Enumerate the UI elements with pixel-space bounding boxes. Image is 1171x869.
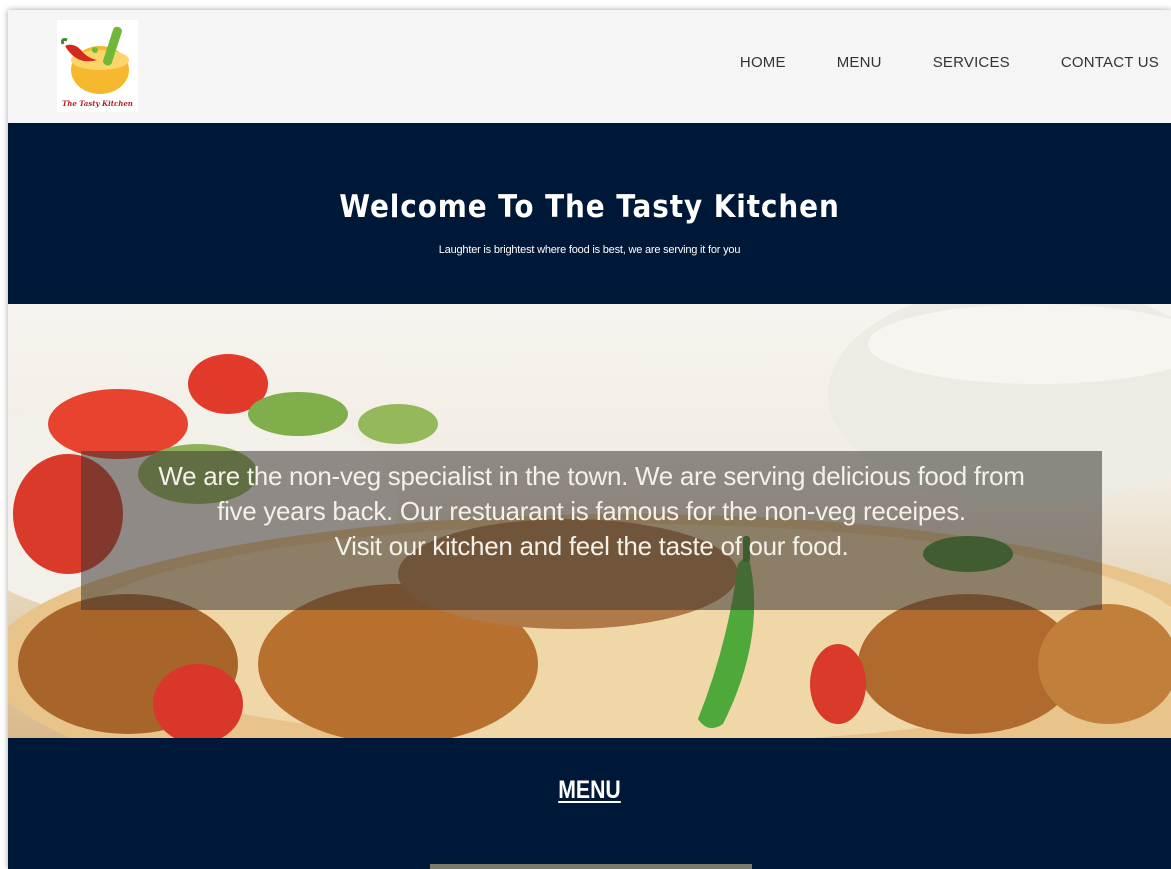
page-frame: The Tasty Kitchen HOME MENU SERVICES CON… — [8, 10, 1171, 869]
about-line-2: five years back. Our restuarant is famou… — [217, 496, 966, 526]
hero-banner: Welcome To The Tasty Kitchen Laughter is… — [8, 123, 1171, 304]
menu-section: MENU — [8, 738, 1171, 869]
food-image-section: We are the non-veg specialist in the tow… — [8, 304, 1171, 738]
logo[interactable]: The Tasty Kitchen — [57, 20, 138, 112]
nav-home[interactable]: HOME — [740, 52, 798, 74]
nav-menu: HOME MENU SERVICES CONTACT US — [740, 52, 1171, 74]
menu-item-image — [430, 864, 752, 869]
bowl-logo-icon — [61, 26, 129, 94]
nav-contact-us[interactable]: CONTACT US — [1022, 52, 1171, 74]
hero-title: Welcome To The Tasty Kitchen — [339, 189, 840, 225]
hero-subtitle: Laughter is brightest where food is best… — [438, 244, 741, 256]
logo-text: The Tasty Kitchen — [62, 99, 133, 108]
menu-heading: MENU — [558, 776, 621, 804]
nav-menu-link[interactable]: MENU — [798, 52, 894, 74]
about-line-3: Visit our kitchen and feel the taste of … — [334, 531, 849, 561]
nav-services[interactable]: SERVICES — [894, 52, 1022, 74]
about-caption: We are the non-veg specialist in the tow… — [81, 451, 1102, 610]
about-line-1: We are the non-veg specialist in the tow… — [158, 461, 1025, 491]
navbar: The Tasty Kitchen HOME MENU SERVICES CON… — [8, 10, 1171, 123]
